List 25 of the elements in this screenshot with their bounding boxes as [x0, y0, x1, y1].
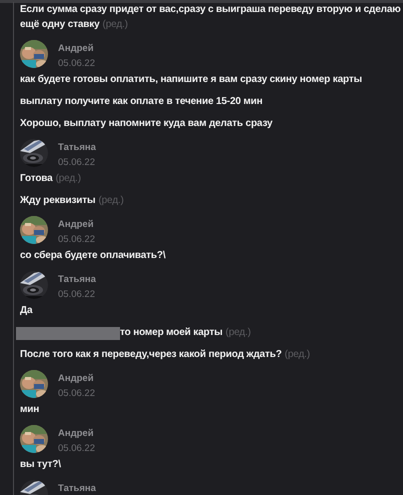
- message-text: После того как я переведу,через какой период ждать? (ред.): [20, 348, 310, 362]
- message-date: 05.06.22: [58, 157, 96, 168]
- author-name: Андрей: [58, 373, 95, 384]
- message-text: то номер моей карты (ред.): [120, 326, 251, 340]
- message-text: выплату получите как оплате в течение 15-20 мин: [20, 95, 263, 109]
- message-date: 05.06.22: [58, 289, 96, 300]
- message-text: вы тут?\: [20, 458, 61, 472]
- message-text: Да: [20, 304, 32, 318]
- author-name: Андрей: [58, 219, 95, 230]
- message-text: Жду реквизиты (ред.): [20, 194, 124, 208]
- author-name: Татьяна: [58, 274, 96, 285]
- message-text: Хорошо, выплату напомните куда вам делать сразу: [20, 117, 272, 131]
- author-name: Татьяна: [58, 483, 96, 494]
- author-name: Андрей: [58, 428, 95, 439]
- message-date: 05.06.22: [58, 388, 95, 399]
- message-text: Готова (ред.): [20, 172, 81, 186]
- message-text: мин: [20, 403, 40, 417]
- message-date: 05.06.22: [58, 234, 95, 245]
- message-text: Если сумма сразу придет от вас,сразу с выиграша переведу вторую и сделаю ещё одну ставку (ред.): [20, 3, 401, 32]
- message-text: как будете готовы оплатить, напишите я вам сразу скину номер карты: [20, 73, 362, 87]
- author-name: Андрей: [58, 43, 95, 54]
- message-text: со сбера будете оплачивать?\: [20, 249, 166, 263]
- author-name: Татьяна: [58, 142, 96, 153]
- message-date: 05.06.22: [58, 443, 95, 454]
- message-date: 05.06.22: [58, 58, 95, 69]
